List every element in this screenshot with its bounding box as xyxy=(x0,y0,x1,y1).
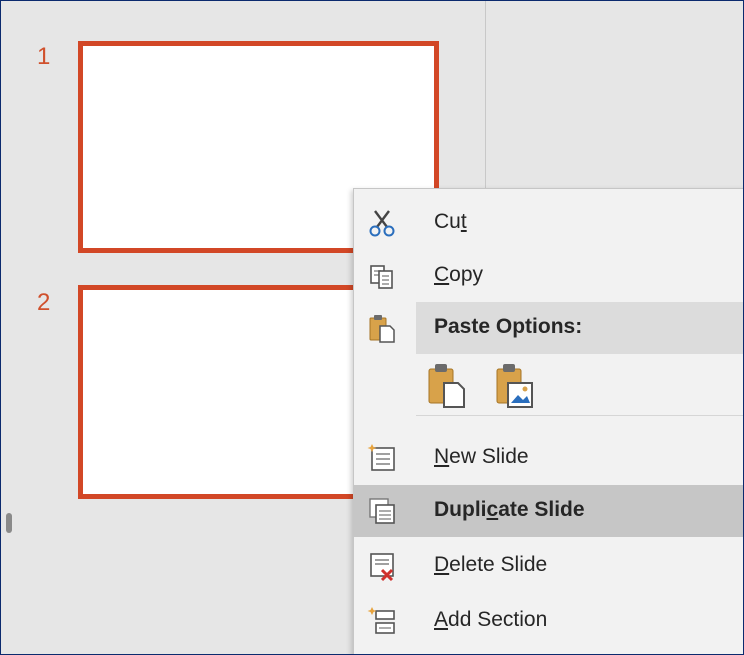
scissors-icon xyxy=(369,210,395,237)
pane-scroll-indicator[interactable] xyxy=(6,513,12,533)
duplicate-slide-icon xyxy=(369,498,395,524)
delete-slide-icon xyxy=(370,553,394,582)
menu-label-delete-slide: Delete Slide xyxy=(434,553,548,576)
paste-option-picture[interactable] xyxy=(494,361,544,413)
paste-use-destination-theme-icon xyxy=(428,364,465,408)
menu-item-cut[interactable]: Cut xyxy=(354,197,743,249)
slide-number-1: 1 xyxy=(37,43,51,70)
menu-label-paste-options: Paste Options: xyxy=(434,315,583,338)
powerpoint-window: 1 2 Cut Copy Paste Options: New Slide Du… xyxy=(0,0,744,655)
menu-label-add-section: Add Section xyxy=(434,608,548,631)
add-section-icon xyxy=(367,607,395,634)
menu-label-duplicate-slide: Duplicate Slide xyxy=(434,498,585,521)
slide-number-2: 2 xyxy=(37,289,51,316)
menu-label-new-slide: New Slide xyxy=(434,445,529,468)
menu-item-paste-options: Paste Options: xyxy=(354,302,743,354)
menu-item-copy[interactable]: Copy xyxy=(354,250,743,302)
menu-label-cut: Cut xyxy=(434,210,467,233)
new-slide-icon xyxy=(367,444,395,471)
menu-item-add-section[interactable]: Add Section xyxy=(354,595,743,647)
paste-option-use-destination-theme[interactable] xyxy=(426,361,476,413)
copy-icon xyxy=(370,265,393,289)
menu-separator xyxy=(416,415,743,416)
paste-icon xyxy=(369,315,395,343)
menu-item-duplicate-slide[interactable]: Duplicate Slide xyxy=(354,485,743,537)
context-menu: Cut Copy Paste Options: New Slide Duplic… xyxy=(353,188,743,654)
paste-picture-icon xyxy=(496,364,533,408)
menu-item-new-slide[interactable]: New Slide xyxy=(354,432,743,484)
menu-item-delete-slide[interactable]: Delete Slide xyxy=(354,540,743,592)
slide-thumbnail-2[interactable] xyxy=(78,285,368,499)
menu-label-copy: Copy xyxy=(434,263,484,286)
